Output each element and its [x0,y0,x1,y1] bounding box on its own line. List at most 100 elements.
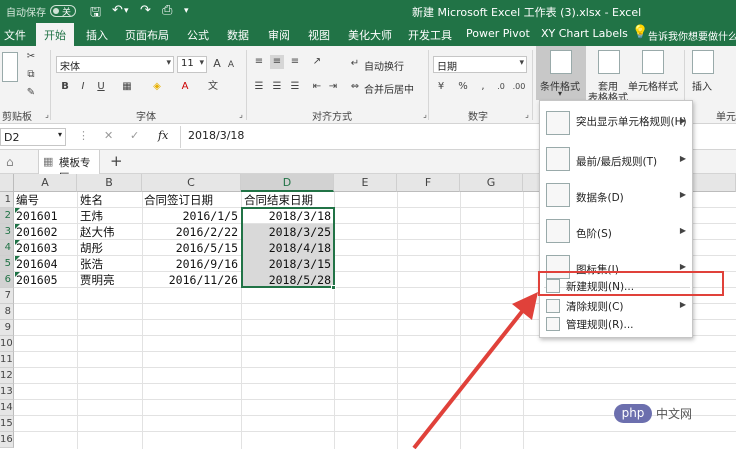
insert-cells-label[interactable]: 插入 [692,78,712,93]
font-size-select[interactable]: 11 [177,56,207,73]
column-header-d[interactable]: D [241,174,334,192]
decrease-decimal-icon[interactable]: .00 [512,80,526,94]
increase-decimal-icon[interactable]: .0 [494,80,508,94]
column-header-e[interactable]: E [334,174,397,192]
align-left-icon[interactable]: ☰ [252,80,266,94]
sheet-tab-template[interactable]: ▦ 模板专区 [38,150,100,184]
row-header-12[interactable]: 12 [0,368,14,384]
format-painter-icon[interactable]: ✎ [24,86,38,100]
percent-icon[interactable]: % [456,80,470,94]
column-header-f[interactable]: F [397,174,460,192]
name-box-dropdown-icon[interactable]: ▾ [58,130,62,139]
menu-highlight-rules[interactable]: 突出显示单元格规则(H) ▶ [540,107,692,139]
row-header-4[interactable]: 4 [0,240,14,256]
cell-d1[interactable]: 合同结束日期 [244,192,313,208]
row-header-6[interactable]: 6 [0,272,14,288]
cell-c5[interactable]: 2016/9/16 [142,256,241,272]
tell-me-search[interactable]: 告诉我你想要做什么 [648,28,736,43]
cell-b5[interactable]: 张浩 [80,256,103,272]
number-format-select[interactable]: 日期 [433,56,527,73]
cell-b6[interactable]: 贾明亮 [80,272,115,288]
undo-dropdown-icon[interactable]: ▾ [124,6,129,16]
currency-icon[interactable]: ¥ [434,80,448,94]
bold-button[interactable]: B [58,80,72,94]
redo-icon[interactable]: ↷ [140,3,151,18]
wrap-text-button[interactable]: 自动换行 [364,58,404,73]
menu-data-bars[interactable]: 数据条(D) ▶ [540,179,692,211]
row-header-10[interactable]: 10 [0,336,14,352]
cell-b4[interactable]: 胡彤 [80,240,103,256]
column-header-g[interactable]: G [460,174,523,192]
undo-icon[interactable]: ↶ [112,3,123,18]
cell-a6[interactable]: 201605 [16,272,58,288]
clipboard-launcher-icon[interactable]: ⌟ [40,108,54,122]
cell-styles-label[interactable]: 单元格样式 [628,78,678,93]
merge-center-button[interactable]: 合并后居中 [364,81,414,96]
cell-c6[interactable]: 2016/11/26 [142,272,241,288]
insert-cells-icon[interactable] [692,50,714,74]
wrap-text-icon[interactable]: ↵ [348,57,362,71]
row-header-7[interactable]: 7 [0,288,14,304]
borders-icon[interactable]: ▦ [120,80,134,94]
increase-font-icon[interactable]: A [210,57,224,71]
name-box[interactable]: D2 [0,128,66,146]
tab-data[interactable]: 数据 [227,27,249,43]
tab-beautify[interactable]: 美化大师 [348,27,392,43]
row-header-15[interactable]: 15 [0,416,14,432]
row-header-2[interactable]: 2 [0,208,14,224]
row-header-3[interactable]: 3 [0,224,14,240]
align-center-icon[interactable]: ☰ [270,80,284,94]
row-header-1[interactable]: 1 [0,192,14,208]
cell-b2[interactable]: 王炜 [80,208,103,224]
cell-a5[interactable]: 201604 [16,256,58,272]
alignment-launcher-icon[interactable]: ⌟ [418,108,432,122]
menu-clear-rules[interactable]: 清除规则(C) ▶ [540,297,692,315]
tab-power-pivot[interactable]: Power Pivot [466,27,530,40]
cell-c3[interactable]: 2016/2/22 [142,224,241,240]
home-icon[interactable]: ⌂ [6,155,14,169]
align-right-icon[interactable]: ☰ [288,80,302,94]
add-sheet-icon[interactable]: + [110,152,123,170]
menu-manage-rules[interactable]: 管理规则(R)... [540,315,692,333]
enter-icon[interactable]: ✓ [130,129,139,142]
cell-c1[interactable]: 合同签订日期 [144,192,213,208]
row-header-11[interactable]: 11 [0,352,14,368]
column-header-c[interactable]: C [142,174,241,192]
orientation-icon[interactable]: ↗ [310,55,324,69]
cut-icon[interactable]: ✂ [24,50,38,64]
tab-page-layout[interactable]: 页面布局 [125,27,169,43]
tab-view[interactable]: 视图 [308,27,330,43]
print-preview-icon[interactable]: ⎙ [162,3,172,18]
italic-button[interactable]: I [76,80,90,94]
cell-a3[interactable]: 201602 [16,224,58,240]
tab-xy-chart-labels[interactable]: XY Chart Labels [541,27,628,40]
cell-b1[interactable]: 姓名 [80,192,103,208]
cell-c4[interactable]: 2016/5/15 [142,240,241,256]
column-header-b[interactable]: B [77,174,142,192]
cell-b3[interactable]: 赵大伟 [80,224,115,240]
row-header-14[interactable]: 14 [0,400,14,416]
menu-top-bottom-rules[interactable]: 最前/最后规则(T) ▶ [540,143,692,175]
comma-style-icon[interactable]: , [476,80,490,94]
cell-d6[interactable]: 2018/5/28 [241,272,334,288]
insert-function-button[interactable]: fx [158,129,168,142]
cell-styles-icon[interactable] [642,50,664,74]
cell-d3[interactable]: 2018/3/25 [241,224,334,240]
align-bottom-icon[interactable]: ≡ [288,55,302,69]
tab-file[interactable]: 文件 [4,27,26,43]
row-header-13[interactable]: 13 [0,384,14,400]
column-header-a[interactable]: A [14,174,77,192]
row-header-8[interactable]: 8 [0,304,14,320]
formula-input[interactable]: 2018/3/18 [188,129,244,142]
cell-a1[interactable]: 编号 [16,192,39,208]
increase-indent-icon[interactable]: ⇥ [326,80,340,94]
menu-color-scales[interactable]: 色阶(S) ▶ [540,215,692,247]
decrease-indent-icon[interactable]: ⇤ [310,80,324,94]
cancel-icon[interactable]: ✕ [104,129,113,142]
row-header-16[interactable]: 16 [0,432,14,448]
tab-developer[interactable]: 开发工具 [408,27,452,43]
select-all-corner[interactable] [0,174,14,192]
cell-d5[interactable]: 2018/3/15 [241,256,334,272]
fill-color-icon[interactable]: ◈ [150,80,164,94]
copy-icon[interactable]: ⧉ [24,68,38,82]
